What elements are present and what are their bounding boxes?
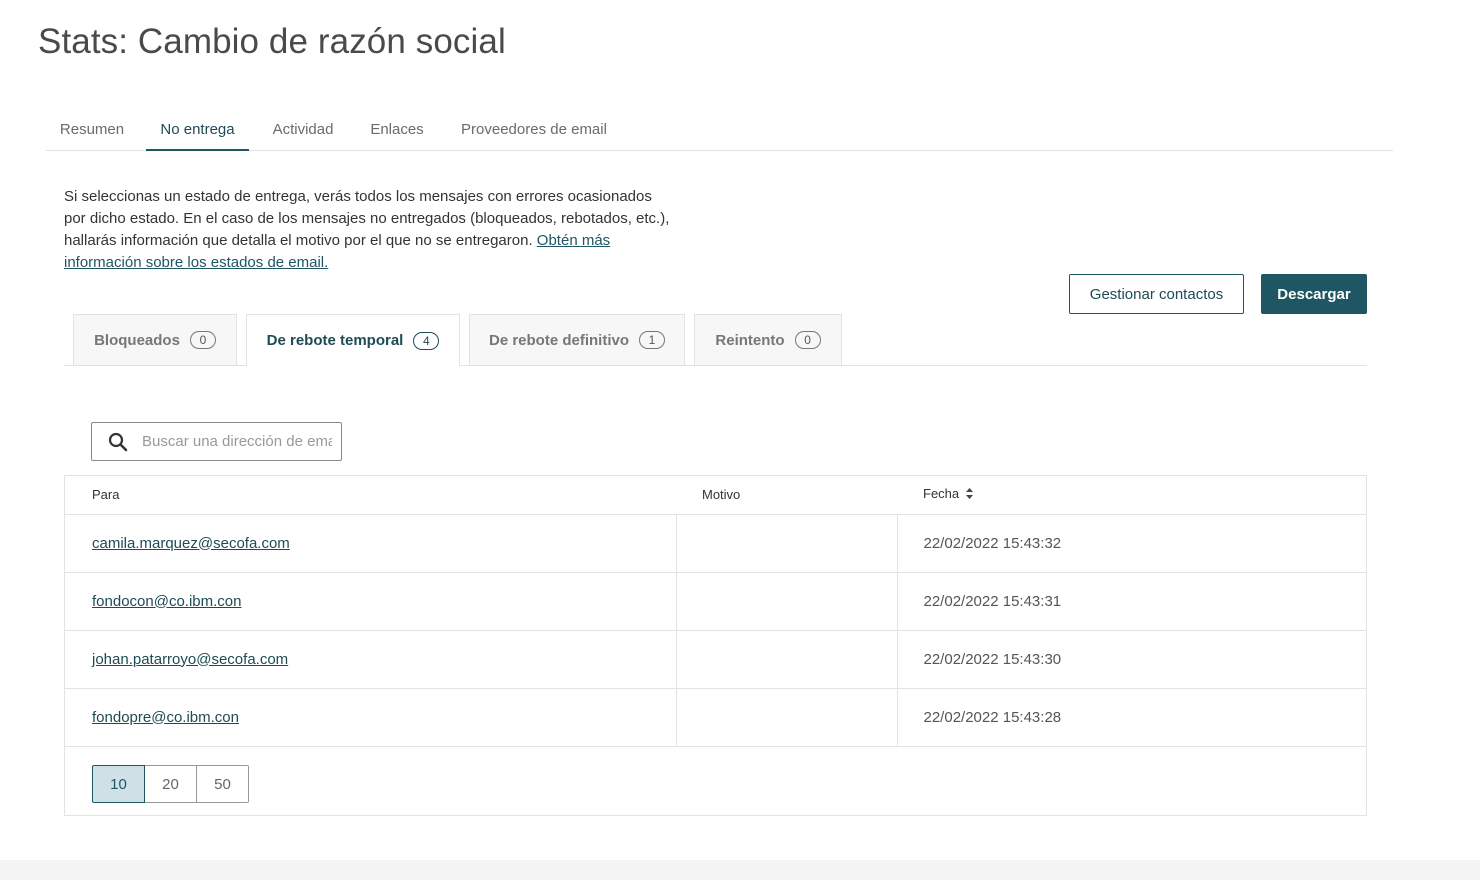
- status-tab-label: Reintento: [715, 331, 785, 349]
- cell-para: fondopre@co.ibm.con: [65, 688, 677, 747]
- bounces-table: Para Motivo Fecha camila.marquez@secofa.…: [64, 475, 1367, 816]
- column-header-fecha[interactable]: Fecha: [897, 476, 1366, 515]
- status-tab-rebote-definitivo[interactable]: De rebote definitivo 1: [469, 314, 685, 365]
- tab-actividad[interactable]: Actividad: [258, 110, 348, 150]
- status-tab-label: De rebote temporal: [266, 332, 404, 349]
- status-tab-label: Bloqueados: [94, 331, 180, 349]
- page-size-50-button[interactable]: 50: [196, 765, 249, 803]
- table-row: camila.marquez@secofa.com 22/02/2022 15:…: [65, 514, 1366, 573]
- status-count-badge: 0: [794, 331, 821, 349]
- column-header-label: Fecha: [923, 486, 960, 502]
- status-tab-label: De rebote definitivo: [488, 331, 630, 349]
- cell-motivo: [676, 688, 898, 747]
- status-tab-rebote-temporal[interactable]: De rebote temporal 4: [246, 314, 460, 366]
- page-size-selector: 10 20 50: [92, 765, 249, 803]
- status-tab-bloqueados[interactable]: Bloqueados 0: [73, 314, 237, 365]
- search-box: [91, 422, 342, 461]
- cell-motivo: [676, 630, 898, 689]
- tab-no-entrega[interactable]: No entrega: [146, 110, 249, 151]
- tab-enlaces[interactable]: Enlaces: [358, 110, 436, 150]
- cell-motivo: [676, 514, 898, 573]
- search-icon: [108, 432, 128, 452]
- table-row: fondopre@co.ibm.con 22/02/2022 15:43:28: [65, 688, 1366, 747]
- cell-para: fondocon@co.ibm.con: [65, 572, 677, 631]
- cell-para: camila.marquez@secofa.com: [65, 514, 677, 573]
- recipient-email-link[interactable]: johan.patarroyo@secofa.com: [92, 651, 288, 668]
- tab-proveedores-de-email[interactable]: Proveedores de email: [449, 110, 619, 150]
- cell-fecha: 22/02/2022 15:43:32: [897, 514, 1366, 573]
- stats-tabs: Resumen No entrega Actividad Enlaces Pro…: [46, 110, 1393, 151]
- page-title: Stats: Cambio de razón social: [38, 22, 506, 61]
- status-tab-reintento[interactable]: Reintento 0: [694, 314, 842, 365]
- status-count-badge: 0: [189, 331, 216, 349]
- column-header-motivo: Motivo: [676, 476, 897, 515]
- table-row: johan.patarroyo@secofa.com 22/02/2022 15…: [65, 630, 1366, 689]
- recipient-email-link[interactable]: fondopre@co.ibm.con: [92, 709, 239, 726]
- status-count-badge: 4: [413, 331, 440, 350]
- page-size-20-button[interactable]: 20: [144, 765, 197, 803]
- page-size-10-button[interactable]: 10: [92, 765, 145, 803]
- cell-motivo: [676, 572, 898, 631]
- column-header-para: Para: [65, 476, 676, 515]
- table-header-row: Para Motivo Fecha: [65, 476, 1366, 515]
- footer-bar: [0, 860, 1480, 880]
- cell-fecha: 22/02/2022 15:43:30: [897, 630, 1366, 689]
- delivery-status-tabs: Bloqueados 0 De rebote temporal 4 De reb…: [64, 314, 1367, 366]
- table-row: fondocon@co.ibm.con 22/02/2022 15:43:31: [65, 572, 1366, 631]
- status-count-badge: 1: [639, 331, 666, 349]
- cell-fecha: 22/02/2022 15:43:28: [897, 688, 1366, 747]
- recipient-email-link[interactable]: camila.marquez@secofa.com: [92, 535, 290, 552]
- search-input[interactable]: [142, 423, 332, 460]
- manage-contacts-button[interactable]: Gestionar contactos: [1069, 274, 1244, 314]
- cell-fecha: 22/02/2022 15:43:31: [897, 572, 1366, 631]
- delivery-status-description: Si seleccionas un estado de entrega, ver…: [64, 186, 676, 274]
- download-button[interactable]: Descargar: [1261, 274, 1367, 314]
- recipient-email-link[interactable]: fondocon@co.ibm.con: [92, 593, 241, 610]
- cell-para: johan.patarroyo@secofa.com: [65, 630, 677, 689]
- tab-resumen[interactable]: Resumen: [46, 110, 138, 150]
- sort-icon[interactable]: [965, 487, 974, 503]
